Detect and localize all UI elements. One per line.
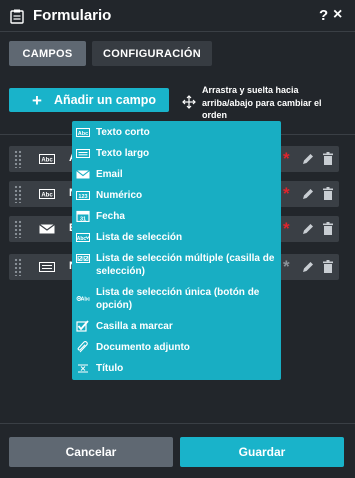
menu-item-label: Lista de selección múltiple (casilla de …: [96, 253, 275, 277]
short-text-icon: Abc: [39, 189, 55, 199]
email-icon: [76, 170, 90, 179]
select-list-icon: Abc: [76, 233, 90, 242]
trash-icon[interactable]: [323, 222, 333, 235]
drag-handle-icon[interactable]: [14, 220, 22, 238]
menu-item-label: Fecha: [96, 211, 125, 222]
menu-item-label: Numérico: [96, 190, 143, 201]
single-select-icon: Abc: [76, 296, 90, 303]
add-field-label: Añadir un campo: [53, 93, 157, 107]
reorder-hint: Arrastra y suelta hacia arriba/abajo par…: [202, 85, 322, 120]
drag-handle-icon[interactable]: [14, 150, 22, 168]
pencil-icon[interactable]: [302, 222, 314, 235]
svg-text:Abc: Abc: [41, 158, 53, 164]
multi-select-icon: [76, 254, 90, 263]
tab-configuracion[interactable]: CONFIGURACIÓN: [92, 41, 212, 66]
field-type-menu: Abc Texto corto Texto largo Email 123 Nu…: [72, 121, 281, 380]
plus-icon: +: [32, 90, 42, 110]
required-icon: *: [283, 219, 290, 238]
menu-item-label: Título: [96, 363, 124, 374]
trash-icon[interactable]: [323, 187, 333, 200]
pencil-icon[interactable]: [302, 152, 314, 165]
menu-item-label: Casilla a marcar: [96, 321, 173, 332]
cancel-button[interactable]: Cancelar: [9, 437, 173, 467]
drag-handle-icon[interactable]: [14, 258, 22, 276]
checkbox-icon: [76, 320, 89, 332]
paperclip-icon: [77, 341, 88, 353]
svg-text:Abc: Abc: [41, 193, 53, 199]
long-text-icon: [76, 149, 90, 158]
svg-text:31: 31: [80, 217, 86, 223]
required-icon: *: [283, 184, 290, 203]
dialog-title: Formulario: [33, 7, 112, 24]
close-button[interactable]: ×: [333, 6, 342, 24]
pencil-icon[interactable]: [302, 260, 314, 273]
tab-campos[interactable]: CAMPOS: [9, 41, 86, 66]
pencil-icon[interactable]: [302, 187, 314, 200]
short-text-icon: Abc: [76, 128, 90, 137]
calendar-icon: 31: [76, 210, 90, 222]
trash-icon[interactable]: [323, 152, 333, 165]
trash-icon[interactable]: [323, 260, 333, 273]
email-icon: [39, 224, 55, 234]
menu-item-label: Texto largo: [96, 148, 150, 159]
drag-handle-icon[interactable]: [14, 185, 22, 203]
menu-item-label: Email: [96, 169, 123, 180]
title-icon: [78, 364, 88, 373]
dialog-header: Formulario ? ×: [0, 0, 355, 32]
svg-text:Abc: Abc: [78, 131, 88, 137]
menu-item-label: Lista de selección: [96, 232, 183, 243]
help-button[interactable]: ?: [319, 7, 328, 24]
svg-text:Abc: Abc: [81, 297, 90, 303]
long-text-icon: [39, 262, 55, 272]
numeric-icon: 123: [76, 191, 90, 200]
add-field-button[interactable]: + Añadir un campo: [9, 88, 169, 112]
svg-text:123: 123: [78, 194, 87, 200]
move-icon: [182, 95, 196, 109]
menu-item-label: Lista de selección única (botón de opció…: [96, 287, 260, 311]
optional-icon: *: [283, 257, 290, 276]
required-icon: *: [283, 149, 290, 168]
menu-item-label: Texto corto: [96, 127, 150, 138]
save-button[interactable]: Guardar: [180, 437, 344, 467]
short-text-icon: Abc: [39, 154, 55, 164]
form-icon: [10, 9, 24, 24]
svg-text:Abc: Abc: [77, 236, 87, 242]
menu-item-label: Documento adjunto: [96, 342, 190, 353]
